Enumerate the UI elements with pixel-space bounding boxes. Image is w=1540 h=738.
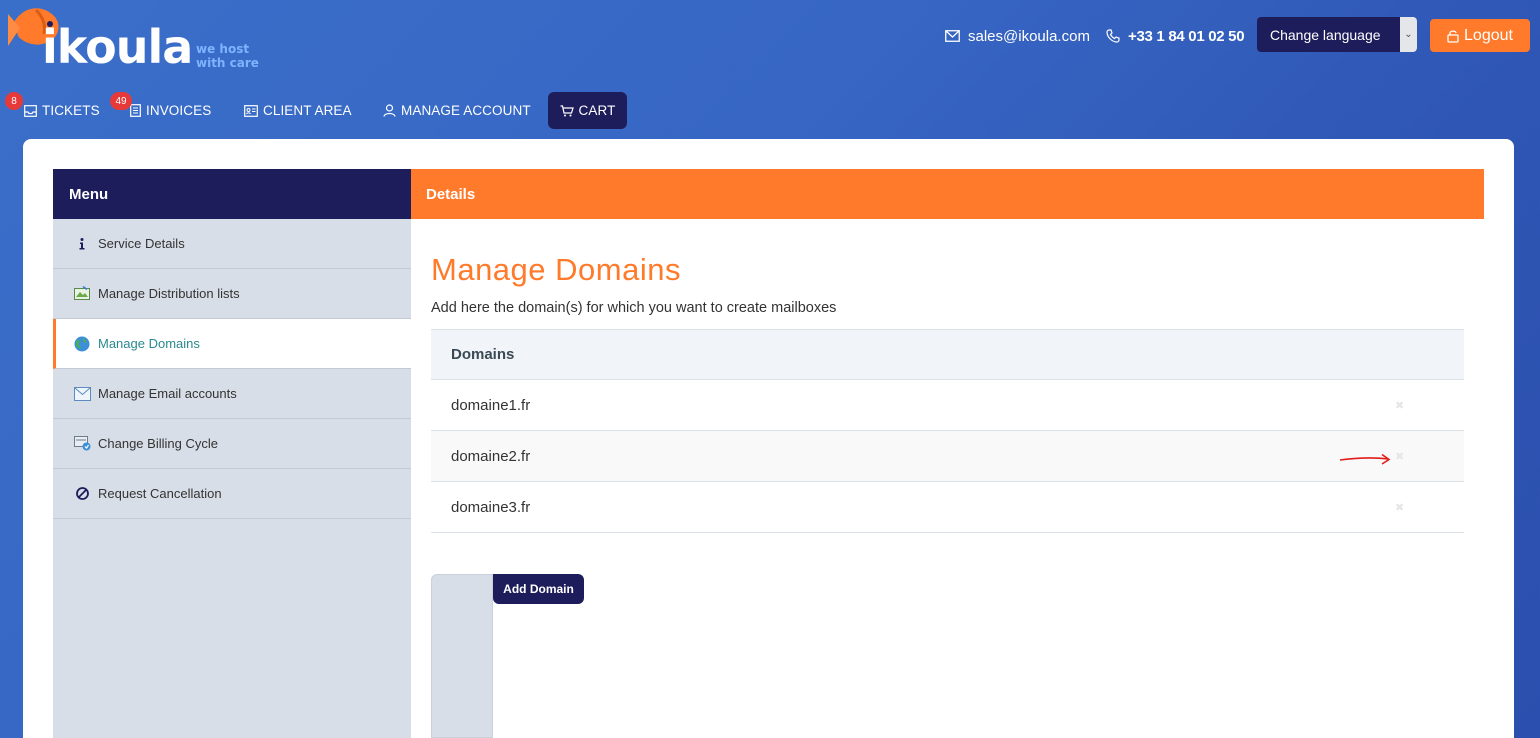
domain-name: domaine2.fr	[451, 447, 531, 465]
nav-manage-account-label: MANAGE ACCOUNT	[401, 103, 531, 118]
page-subtitle: Add here the domain(s) for which you wan…	[431, 300, 837, 316]
info-icon	[73, 235, 91, 253]
sidebar-item-manage-domains[interactable]: Manage Domains	[53, 319, 411, 369]
nav-tickets[interactable]: TICKETS	[24, 92, 100, 129]
logout-label: Logout	[1464, 26, 1513, 44]
billing-cycle-icon	[73, 435, 91, 453]
sidebar-item-distribution-lists[interactable]: Manage Distribution lists	[53, 269, 411, 319]
phone-icon	[1106, 29, 1120, 43]
sidebar-item-label: Request Cancellation	[98, 486, 222, 501]
sidebar-item-label: Service Details	[98, 236, 185, 251]
inbox-icon	[24, 104, 37, 117]
table-row: domaine2.fr ✖	[431, 431, 1464, 482]
page-title: Manage Domains	[431, 252, 681, 287]
user-icon	[383, 104, 396, 117]
menu-header: Menu	[53, 169, 411, 219]
sidebar-menu: Service Details Manage Distribution list…	[53, 219, 411, 738]
sidebar-item-billing-cycle[interactable]: Change Billing Cycle	[53, 419, 411, 469]
sidebar-item-request-cancellation[interactable]: Request Cancellation	[53, 469, 411, 519]
contact-email[interactable]: sales@ikoula.com	[945, 26, 1090, 46]
add-domain-button[interactable]: Add Domain	[493, 574, 584, 604]
tickets-count-badge: 8	[5, 92, 23, 110]
nav-cart-label: CART	[578, 103, 616, 118]
table-header: Domains	[431, 329, 1464, 380]
sidebar-item-email-accounts[interactable]: Manage Email accounts	[53, 369, 411, 419]
nav-invoices[interactable]: INVOICES	[130, 92, 211, 129]
nav-manage-account[interactable]: MANAGE ACCOUNT	[383, 92, 531, 129]
brand-name: ikoula	[42, 20, 193, 74]
id-card-icon	[244, 104, 258, 117]
sidebar-item-label: Manage Distribution lists	[98, 286, 240, 301]
nav-client-area-label: CLIENT AREA	[263, 103, 352, 118]
logout-button[interactable]: Logout	[1430, 19, 1530, 52]
delete-icon[interactable]: ✖	[1395, 450, 1404, 463]
cancel-icon	[73, 485, 91, 503]
contact-phone-text: +33 1 84 01 02 50	[1128, 27, 1245, 45]
sidebar-item-service-details[interactable]: Service Details	[53, 219, 411, 269]
globe-icon	[73, 335, 91, 353]
email-icon	[73, 385, 91, 403]
sidebar-item-label: Change Billing Cycle	[98, 436, 218, 451]
tagline-line-2: with care	[196, 56, 259, 70]
domain-name: domaine1.fr	[451, 396, 531, 414]
change-language-label: Change language	[1270, 26, 1381, 43]
nav-tickets-label: TICKETS	[42, 103, 100, 118]
invoices-count-badge: 49	[110, 92, 132, 110]
details-header: Details	[411, 169, 1484, 219]
table-row: domaine1.fr ✖	[431, 380, 1464, 431]
chevron-down-icon[interactable]: ⌄	[1400, 17, 1417, 52]
cart-icon	[560, 104, 574, 116]
add-domain-input-area[interactable]	[431, 574, 493, 738]
contact-phone[interactable]: +33 1 84 01 02 50	[1106, 26, 1245, 46]
nav-invoices-label: INVOICES	[146, 103, 212, 118]
domains-table: Domains domaine1.fr ✖ domaine2.fr ✖ doma…	[431, 329, 1464, 533]
nav-client-area[interactable]: CLIENT AREA	[244, 92, 352, 129]
ikoula-logo[interactable]: ikoula we host with care	[6, 2, 266, 76]
sidebar-item-label: Manage Email accounts	[98, 386, 237, 401]
lock-icon	[1447, 29, 1459, 43]
delete-icon[interactable]: ✖	[1395, 501, 1404, 514]
brand-tagline: we host with care	[196, 42, 259, 70]
table-row: domaine3.fr ✖	[431, 482, 1464, 533]
domain-name: domaine3.fr	[451, 498, 531, 516]
sidebar-item-label: Manage Domains	[98, 336, 200, 351]
tagline-line-1: we host	[196, 42, 250, 56]
red-arrow-annotation	[1339, 453, 1391, 465]
nav-cart[interactable]: CART	[548, 92, 627, 129]
delete-icon[interactable]: ✖	[1395, 399, 1404, 412]
distribution-list-icon	[73, 285, 91, 303]
change-language-select[interactable]: Change language ⌄	[1257, 17, 1417, 52]
contact-email-text: sales@ikoula.com	[968, 27, 1090, 45]
envelope-icon	[945, 30, 960, 42]
document-icon	[130, 104, 141, 117]
